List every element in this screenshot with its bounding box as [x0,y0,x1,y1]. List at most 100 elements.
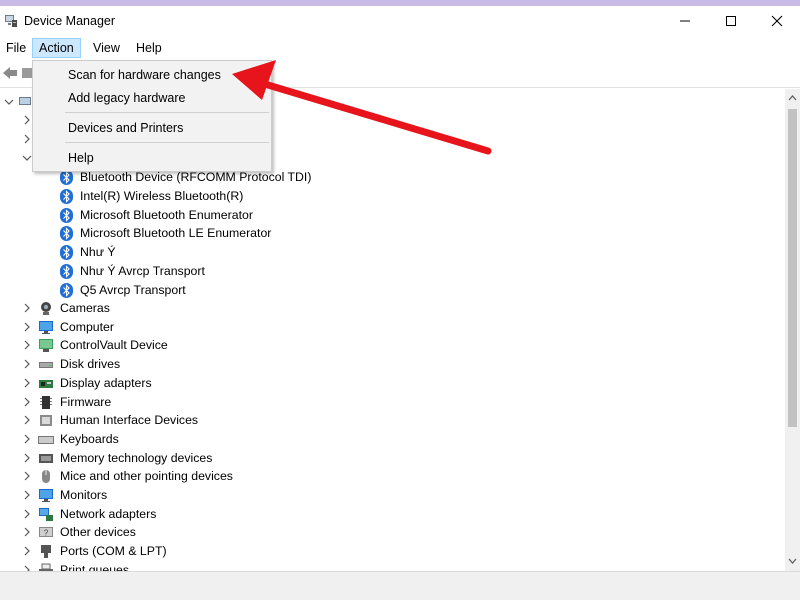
chevron-down-icon [4,99,14,105]
chevron-right-icon[interactable] [22,378,32,388]
chevron-right-icon[interactable] [22,322,32,332]
menu-action[interactable]: Action [32,38,81,58]
menu-item-add-legacy-hardware[interactable]: Add legacy hardware [33,86,271,110]
minimize-icon [680,20,690,22]
camera-icon [38,301,54,316]
memory-icon [38,451,54,466]
chevron-right-icon[interactable] [22,415,32,425]
firmware-icon [38,395,54,410]
disk-drive-icon [38,357,54,372]
tree-item-label: Memory technology devices [60,450,213,465]
tree-bluetooth-device-row[interactable]: Microsoft Bluetooth Enumerator [0,206,785,224]
bluetooth-icon [60,207,76,223]
device-manager-icon [4,14,18,28]
back-arrow-icon [3,67,17,79]
chevron-right-icon [24,115,30,125]
tree-item-label: Q5 Avrcp Transport [80,282,186,297]
maximize-button[interactable] [708,6,754,36]
scrollbar-thumb[interactable] [788,109,797,427]
menu-item-scan-hardware[interactable]: Scan for hardware changes [33,63,271,87]
tree-item-label: Như Ý [80,245,116,260]
display-adapter-icon [38,376,54,391]
tree-category-row[interactable]: Keyboards [0,430,785,448]
keyboard-icon [38,432,54,447]
tree-category-row[interactable]: ControlVault Device [0,336,785,354]
chevron-right-icon[interactable] [22,527,32,537]
tree-bluetooth-device-row[interactable]: Như Ý [0,243,785,261]
maximize-icon [726,16,736,26]
port-icon [38,544,54,559]
svg-text:?: ? [44,529,49,538]
menu-view[interactable]: View [87,38,126,58]
window-title: Device Manager [24,14,116,28]
chevron-right-icon[interactable] [22,509,32,519]
tree-item-label: Human Interface Devices [60,413,199,428]
tree-category-row[interactable]: Disk drives [0,355,785,373]
chevron-right-icon[interactable] [22,471,32,481]
tree-category-row[interactable]: Ports (COM & LPT) [0,542,785,560]
tree-item-label: Display adapters [60,375,152,390]
tree-category-row[interactable]: Firmware [0,393,785,411]
tree-category-row[interactable]: Network adapters [0,505,785,523]
title-bar: Device Manager [0,6,800,36]
chevron-down-icon [22,155,32,161]
tree-item-label: Network adapters [60,506,157,521]
tree-category-row[interactable]: Print queues [0,561,785,571]
menu-help[interactable]: Help [130,38,168,58]
mouse-icon [38,469,54,484]
tree-bluetooth-device-row[interactable]: Microsoft Bluetooth LE Enumerator [0,224,785,242]
back-button[interactable] [2,66,18,83]
tree-item-label: Mice and other pointing devices [60,469,233,484]
monitor-icon [38,320,54,335]
network-adapter-icon [38,507,54,522]
tree-item-label: Monitors [60,488,108,502]
chevron-right-icon[interactable] [22,397,32,407]
other-devices-icon: ? [38,525,54,540]
bluetooth-icon [60,245,76,261]
tree-category-row[interactable]: ? Other devices [0,523,785,541]
bluetooth-icon [60,226,76,242]
chevron-right-icon[interactable] [22,453,32,463]
chevron-right-icon[interactable] [22,490,32,500]
menu-item-devices-and-printers[interactable]: Devices and Printers [33,116,271,140]
tree-item-label: Microsoft Bluetooth Enumerator [80,207,253,222]
tree-category-row[interactable]: Human Interface Devices [0,411,785,429]
menu-item-help[interactable]: Help [33,146,271,170]
tree-category-row[interactable]: Monitors [0,486,785,504]
chevron-right-icon[interactable] [22,303,32,313]
close-button[interactable] [754,6,800,36]
tree-item-label: Ports (COM & LPT) [60,544,167,559]
tree-category-row[interactable]: Display adapters [0,374,785,392]
tree-item-label: Computer [60,319,114,334]
chevron-right-icon[interactable] [22,340,32,350]
tree-item-label: Cameras [60,301,110,315]
scroll-up-icon[interactable] [788,94,797,102]
forward-icon[interactable] [22,68,32,78]
vertical-scrollbar[interactable] [785,89,800,571]
monitor-icon [38,488,54,503]
scroll-down-icon[interactable] [788,557,797,565]
minimize-button[interactable] [662,6,708,36]
bluetooth-icon [60,264,76,279]
chevron-right-icon[interactable] [22,434,32,444]
status-bar [0,571,800,600]
tree-category-row[interactable]: Memory technology devices [0,449,785,467]
tree-category-row[interactable]: Mice and other pointing devices [0,467,785,485]
tree-item-label: Firmware [60,394,112,409]
tree-item-label: ControlVault Device [60,338,168,353]
tree-category-row[interactable]: Cameras [0,299,785,317]
chevron-right-icon[interactable] [22,359,32,369]
menu-file[interactable]: File [0,38,32,58]
menu-bar: File Action View Help [0,36,800,60]
tree-category-row[interactable]: Computer [0,318,785,336]
bluetooth-icon [60,282,76,298]
bluetooth-icon [60,188,76,204]
menu-separator [65,112,269,113]
tree-bluetooth-device-row[interactable]: Intel(R) Wireless Bluetooth(R) [0,187,785,205]
tree-bluetooth-device-row[interactable]: Q5 Avrcp Transport [0,281,785,299]
chevron-right-icon[interactable] [22,546,32,556]
tree-item-label: Như Ý Avrcp Transport [80,264,205,278]
tree-item-label: Disk drives [60,357,121,372]
tree-bluetooth-device-row[interactable]: Như Ý Avrcp Transport [0,262,785,280]
chevron-right-icon [24,134,30,144]
